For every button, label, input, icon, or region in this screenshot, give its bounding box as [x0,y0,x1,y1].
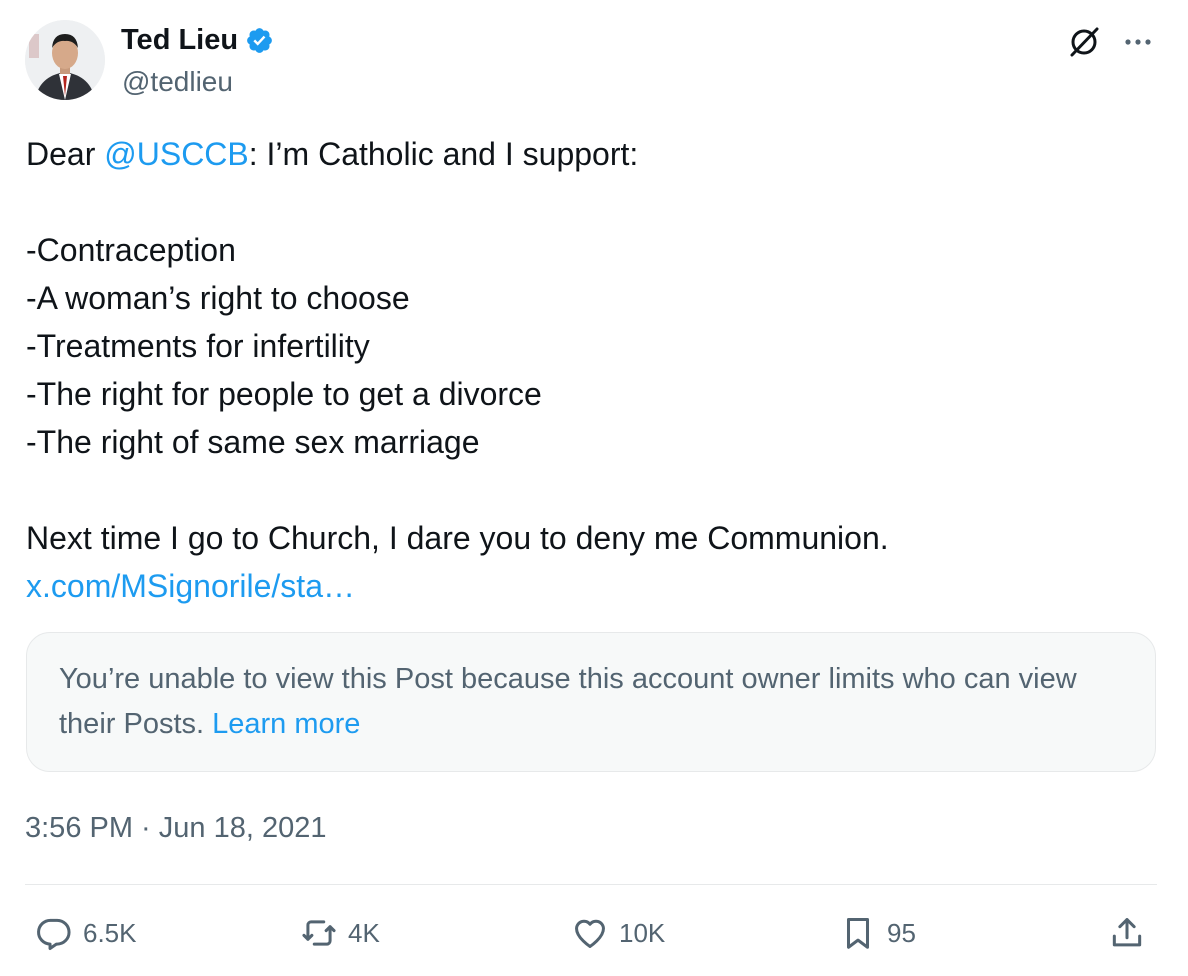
reply-icon [37,918,71,951]
post-timestamp[interactable]: 3:56 PM · Jun 18, 2021 [25,808,326,848]
bookmark-count: 95 [887,917,916,948]
action-bar: 6.5K 4K 10K 95 [25,905,1157,961]
verified-badge-icon[interactable] [245,26,274,55]
author-display-name[interactable]: Ted Lieu [121,22,238,58]
tweet-text: Dear @USCCB: I’m Catholic and I support:… [26,130,1156,610]
avatar[interactable] [25,20,105,100]
bookmark-button[interactable]: 95 [839,905,916,961]
author-name[interactable]: Ted Lieu [121,22,274,58]
tweet-line: Dear @USCCB: I’m Catholic and I support: [26,136,639,172]
reply-count: 6.5K [83,917,137,948]
divider [25,884,1157,885]
bookmark-icon [846,918,870,949]
quoted-post-unavailable: You’re unable to view this Post because … [26,632,1156,772]
repost-count: 4K [348,917,380,948]
tweet-line: -The right of same sex marriage [26,424,480,460]
author-handle[interactable]: @tedlieu [122,64,233,100]
grok-icon[interactable] [1066,24,1102,60]
like-icon [575,919,605,948]
share-button[interactable] [1108,905,1146,961]
like-count: 10K [619,917,666,948]
tweet-line: -Contraception [26,232,236,268]
more-icon[interactable] [1120,24,1156,60]
reply-button[interactable]: 6.5K [35,905,137,961]
learn-more-link[interactable]: Learn more [212,708,360,740]
share-icon [1112,918,1142,947]
repost-icon [302,920,336,946]
mention-link[interactable]: @USCCB [104,136,249,172]
tweet-line: -A woman’s right to choose [26,280,410,316]
repost-button[interactable]: 4K [300,905,380,961]
tweet-line: -Treatments for infertility [26,328,370,364]
tweet-line: -The right for people to get a divorce [26,376,542,412]
tweet-link-line: x.com/MSignorile/sta… [26,562,1156,610]
like-button[interactable]: 10K [571,905,665,961]
tweet-link[interactable]: x.com/MSignorile/sta… [26,568,355,604]
tweet-line: Next time I go to Church, I dare you to … [26,520,889,556]
